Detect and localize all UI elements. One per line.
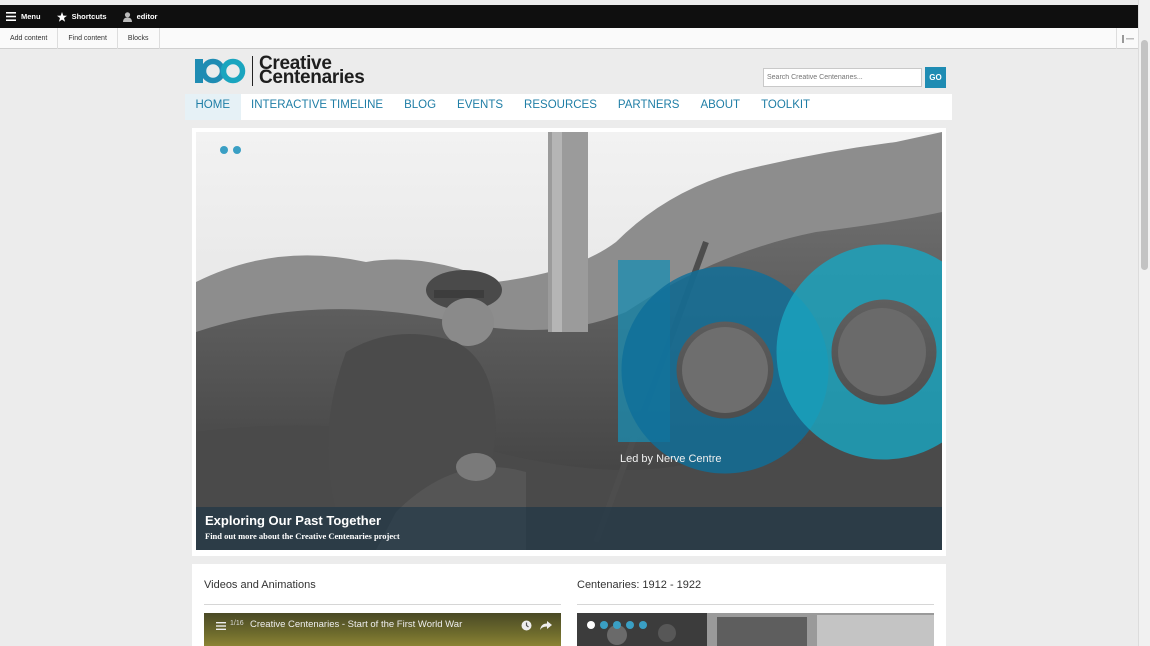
search-go-button[interactable]: GO [925,67,946,88]
hero-slider-frame: Led by Nerve Centre Exploring Our Past T… [192,128,946,556]
centenaries-image-slider[interactable] [577,613,934,646]
admin-shortcuts-button[interactable]: Shortcuts [56,11,107,22]
admin-tray: Add content Find content Blocks [0,28,1138,49]
playlist-icon [216,622,226,630]
centenaries-panel: Centenaries: 1912 - 1922 [567,564,946,646]
videos-panel: Videos and Animations 1/16 Creative Cent… [192,564,567,646]
admin-toolbar: Menu Shortcuts editor [0,5,1138,28]
nav-item-resources[interactable]: RESOURCES [514,94,608,120]
site-logo[interactable]: Creative Centenaries [195,54,365,88]
hamburger-icon [6,12,16,21]
centenaries-panel-divider [577,604,934,605]
search-input[interactable] [763,68,922,87]
tray-find-content-link[interactable]: Find content [58,28,118,49]
tray-add-content-link[interactable]: Add content [0,28,59,49]
slider-dot-2[interactable] [233,146,241,154]
page-scrollbar[interactable] [1138,0,1150,646]
logo-line-2: Centenaries [259,67,365,88]
logo-divider [252,56,253,86]
slider-caption-subtitle: Find out more about the Creative Centena… [205,531,400,541]
nav-item-home[interactable]: HOME [185,94,241,120]
tray-orientation-toggle[interactable] [1116,28,1138,49]
orientation-icon [1121,34,1134,43]
video-player[interactable]: 1/16 Creative Centenaries - Start of the… [204,613,561,646]
star-icon [56,11,67,22]
centenaries-slider-dot-2[interactable] [600,621,608,629]
video-title[interactable]: Creative Centenaries - Start of the Firs… [250,619,462,630]
videos-panel-title: Videos and Animations [204,579,316,591]
scrollbar-thumb[interactable] [1141,40,1148,270]
user-icon [122,11,132,22]
centenaries-slider-dot-3[interactable] [613,621,621,629]
centenaries-panel-title: Centenaries: 1912 - 1922 [577,579,702,591]
nav-item-events[interactable]: EVENTS [447,94,514,120]
centenaries-image [577,613,934,646]
logo-text: Creative Centenaries [259,54,365,88]
video-playlist-count: 1/16 [230,620,244,627]
nav-item-interactive-timeline[interactable]: INTERACTIVE TIMELINE [241,94,394,120]
site-header: Creative Centenaries GO [185,52,952,94]
slider-caption-title: Exploring Our Past Together [205,513,382,528]
admin-menu-button[interactable]: Menu [6,12,41,21]
nav-item-partners[interactable]: PARTNERS [607,94,690,120]
watch-later-icon[interactable] [521,620,532,631]
admin-shortcuts-label: Shortcuts [71,12,107,21]
nav-item-about[interactable]: ABOUT [690,94,751,120]
admin-user-label: editor [136,12,158,21]
admin-menu-label: Menu [21,12,41,21]
main-nav: HOME INTERACTIVE TIMELINE BLOG EVENTS RE… [185,94,952,120]
centenaries-slider-dot-4[interactable] [626,621,634,629]
centenaries-slider-dot-5[interactable] [639,621,647,629]
admin-user-button[interactable]: editor [122,11,158,22]
hero-slider[interactable]: Led by Nerve Centre Exploring Our Past T… [196,132,942,550]
slider-credit: Led by Nerve Centre [620,453,722,465]
nav-item-blog[interactable]: BLOG [394,94,447,120]
hero-image [196,132,942,550]
videos-panel-divider [204,604,561,605]
nav-item-toolkit[interactable]: TOOLKIT [751,94,821,120]
slider-caption[interactable]: Exploring Our Past Together Find out mor… [196,507,942,550]
centenaries-slider-dot-1[interactable] [587,621,595,629]
logo-100-icon [195,58,246,84]
share-icon[interactable] [540,620,552,631]
tray-blocks-link[interactable]: Blocks [118,28,160,49]
slider-dot-1[interactable] [220,146,228,154]
